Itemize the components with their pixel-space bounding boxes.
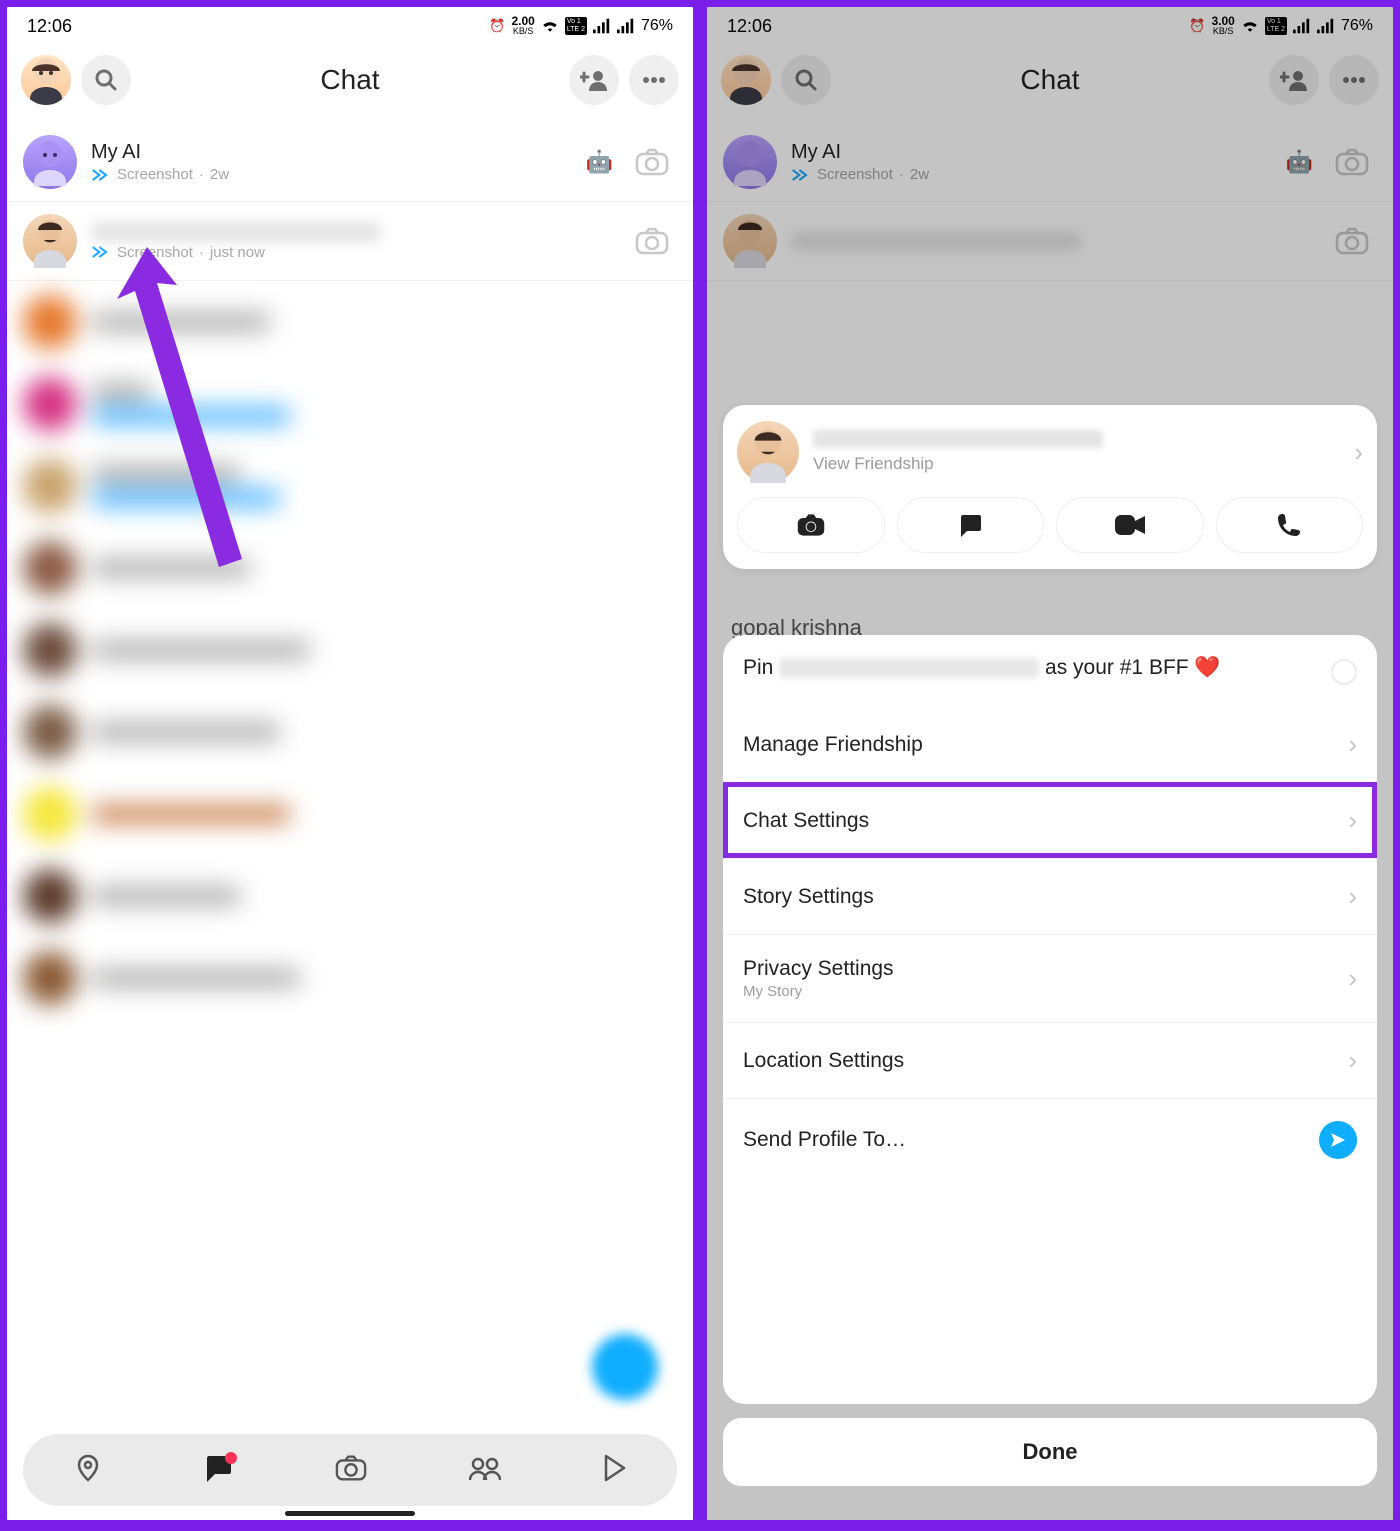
snap-action-button[interactable] [737, 497, 885, 553]
phone-right-action-sheet: 12:06 ⏰ 3.00 KB/S Vo 1LTE 2 76% Chat My … [704, 4, 1396, 1523]
story-settings-row[interactable]: Story Settings › [723, 858, 1377, 934]
avatar-my-ai [23, 135, 77, 189]
option-label: Location Settings [743, 1049, 904, 1073]
privacy-settings-row[interactable]: Privacy Settings My Story › [723, 934, 1377, 1022]
option-label: Send Profile To… [743, 1128, 906, 1152]
add-friend-button[interactable] [569, 55, 619, 105]
friend-name-blurred [813, 430, 1103, 448]
status-bar: 12:06 ⏰ 2.00 KB/S Vo 1LTE 2 76% [7, 7, 693, 45]
view-friendship-row[interactable]: View Friendship [813, 430, 1340, 474]
option-sublabel: My Story [743, 983, 894, 1000]
friend-avatar [737, 421, 799, 483]
clock: 12:06 [27, 16, 72, 37]
view-friendship-label: View Friendship [813, 454, 1340, 474]
location-settings-row[interactable]: Location Settings › [723, 1022, 1377, 1098]
voice-call-action-button[interactable] [1216, 497, 1364, 553]
data-speed: 2.00 KB/S [511, 16, 534, 36]
home-indicator [285, 1511, 415, 1516]
radio-unselected-icon[interactable] [1331, 659, 1357, 685]
avatar-friend [23, 214, 77, 268]
phone-left-chat-list: 12:06 ⏰ 2.00 KB/S Vo 1LTE 2 76% Chat [4, 4, 696, 1523]
chat-action-button[interactable] [897, 497, 1045, 553]
more-options-button[interactable] [629, 55, 679, 105]
wifi-icon [541, 18, 559, 35]
page-title: Chat [141, 64, 559, 96]
pin-bff-row[interactable]: Pin as your #1 BFF ❤️ [723, 635, 1377, 707]
spotlight-tab[interactable] [602, 1454, 626, 1487]
signal-icon-2 [617, 18, 635, 34]
profile-avatar-button[interactable] [21, 55, 71, 105]
chat-tab-active[interactable] [203, 1454, 233, 1487]
new-chat-fab[interactable] [592, 1334, 658, 1400]
option-label: Manage Friendship [743, 733, 923, 757]
chat-time: 2w [210, 166, 229, 183]
signal-icon-1 [593, 18, 611, 34]
video-call-action-button[interactable] [1056, 497, 1204, 553]
camera-tab[interactable] [335, 1454, 367, 1487]
option-label: Privacy Settings [743, 957, 894, 981]
dot: · [199, 166, 204, 183]
chevron-right-icon: › [1348, 729, 1357, 760]
alarm-icon: ⏰ [489, 18, 505, 34]
chevron-right-icon: › [1348, 805, 1357, 836]
friend-card: View Friendship › [723, 405, 1377, 569]
chat-settings-row[interactable]: Chat Settings › [723, 782, 1377, 858]
pin-name-blurred [779, 658, 1039, 678]
stories-tab[interactable] [469, 1456, 501, 1485]
robot-icon: 🤖 [586, 149, 613, 175]
pointer-arrow-annotation [97, 247, 257, 577]
chat-status: Screenshot [117, 166, 193, 183]
chevron-right-icon: › [1348, 963, 1357, 994]
send-profile-row[interactable]: Send Profile To… [723, 1098, 1377, 1181]
bottom-tab-bar [23, 1434, 677, 1506]
option-label: Story Settings [743, 885, 874, 909]
chat-header: Chat [7, 45, 693, 123]
chat-item-my-ai[interactable]: My AI Screenshot · 2w 🤖 [7, 123, 693, 202]
manage-friendship-row[interactable]: Manage Friendship › [723, 707, 1377, 782]
option-label: Chat Settings [743, 809, 869, 833]
battery-text: 76% [641, 17, 673, 35]
map-tab[interactable] [74, 1454, 102, 1487]
search-button[interactable] [81, 55, 131, 105]
snap-camera-button[interactable] [627, 216, 677, 266]
chat-name: My AI [91, 141, 572, 164]
chevron-right-icon: › [1348, 1045, 1357, 1076]
volte-badge-1: Vo 1LTE 2 [565, 17, 587, 35]
chevron-right-icon: › [1354, 437, 1363, 468]
options-sheet: Pin as your #1 BFF ❤️ Manage Friendship … [723, 635, 1377, 1404]
send-icon [1319, 1121, 1357, 1159]
snap-camera-button[interactable] [627, 137, 677, 187]
pin-prefix: Pin [743, 656, 773, 679]
chat-name-blurred [91, 222, 381, 242]
pin-suffix: as your #1 BFF ❤️ [1045, 656, 1221, 679]
screenshot-icon [91, 168, 111, 182]
done-button[interactable]: Done [723, 1418, 1377, 1486]
chevron-right-icon: › [1348, 881, 1357, 912]
